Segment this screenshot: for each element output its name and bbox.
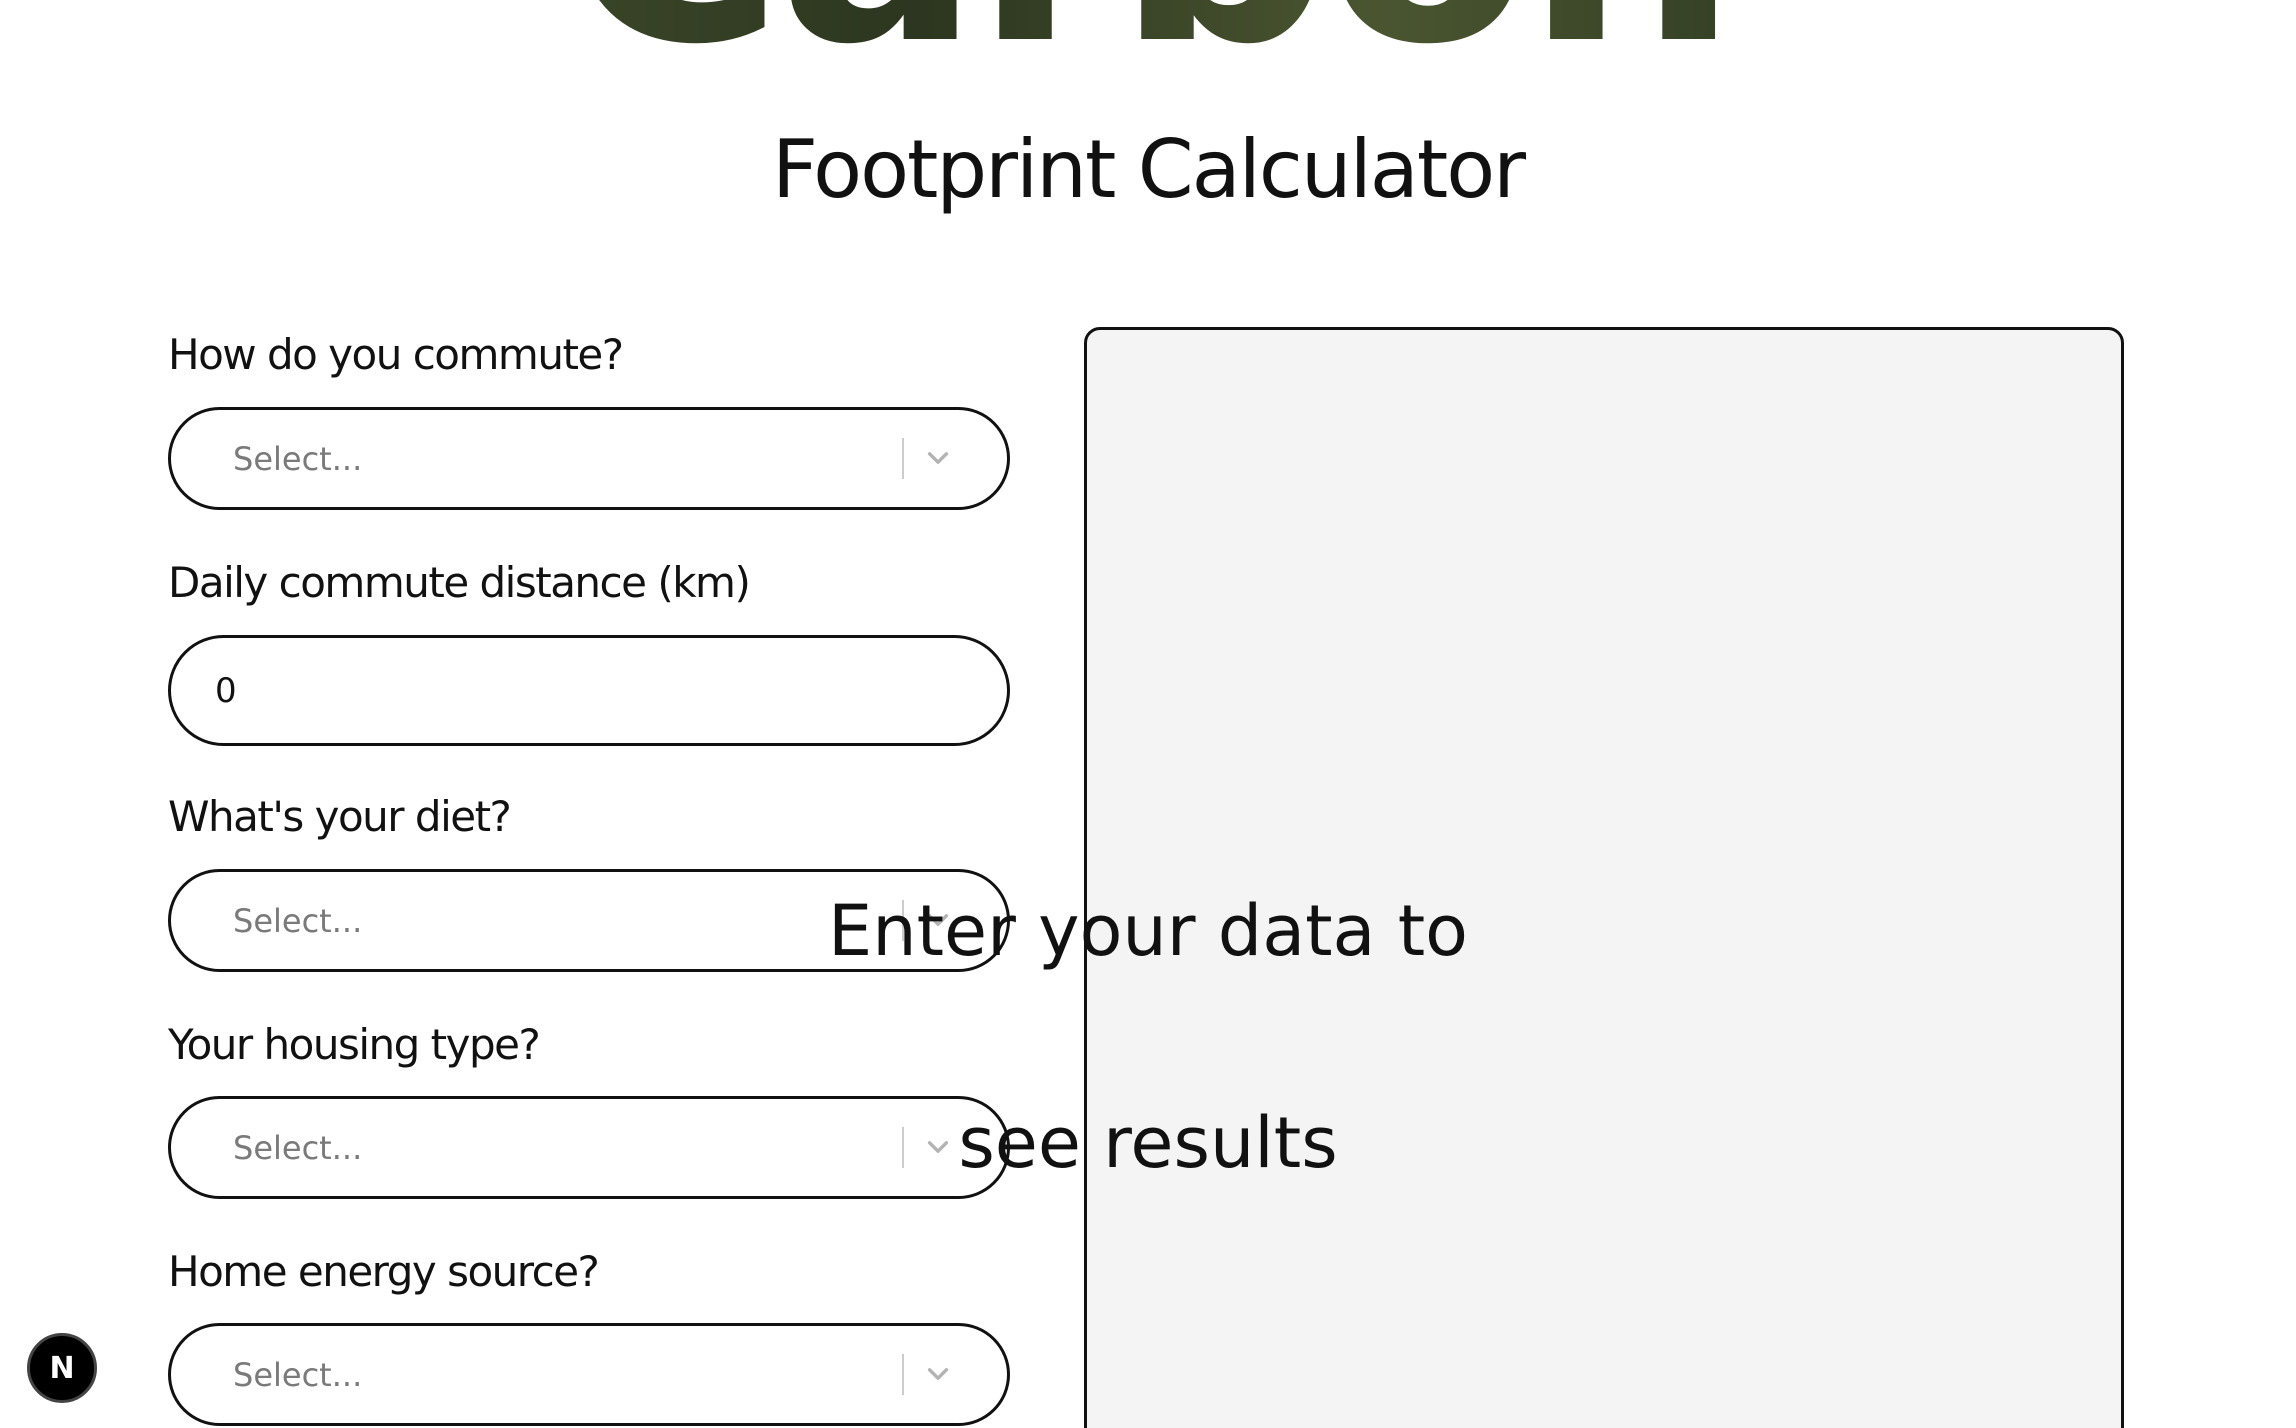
energy-select[interactable]: Select... [168, 1323, 1010, 1426]
distance-field[interactable] [168, 635, 1010, 746]
commute-label: How do you commute? [168, 330, 624, 379]
page: Carbon Footprint Calculator How do you c… [0, 0, 2296, 1428]
hero-word: Carbon [0, 0, 2296, 56]
commute-select-placeholder: Select... [233, 439, 363, 478]
commute-select[interactable]: Select... [168, 407, 1010, 510]
results-message: Enter your data to see results [0, 772, 2296, 1302]
results-message-line-1: Enter your data to [828, 890, 1468, 972]
results-message-line-2: see results [958, 1102, 1338, 1184]
select-separator [902, 1354, 904, 1395]
chevron-down-icon[interactable] [924, 1360, 952, 1388]
nextjs-dev-tools-button[interactable]: N [27, 1333, 137, 1428]
distance-input[interactable] [215, 638, 955, 743]
select-separator [902, 438, 904, 479]
chevron-down-icon[interactable] [924, 444, 952, 472]
hero-banner: Carbon [0, 0, 2296, 56]
distance-label: Daily commute distance (km) [168, 558, 751, 607]
energy-select-placeholder: Select... [233, 1355, 363, 1394]
nextjs-logo-icon[interactable]: N [27, 1333, 97, 1403]
page-title: Footprint Calculator [771, 123, 1526, 216]
